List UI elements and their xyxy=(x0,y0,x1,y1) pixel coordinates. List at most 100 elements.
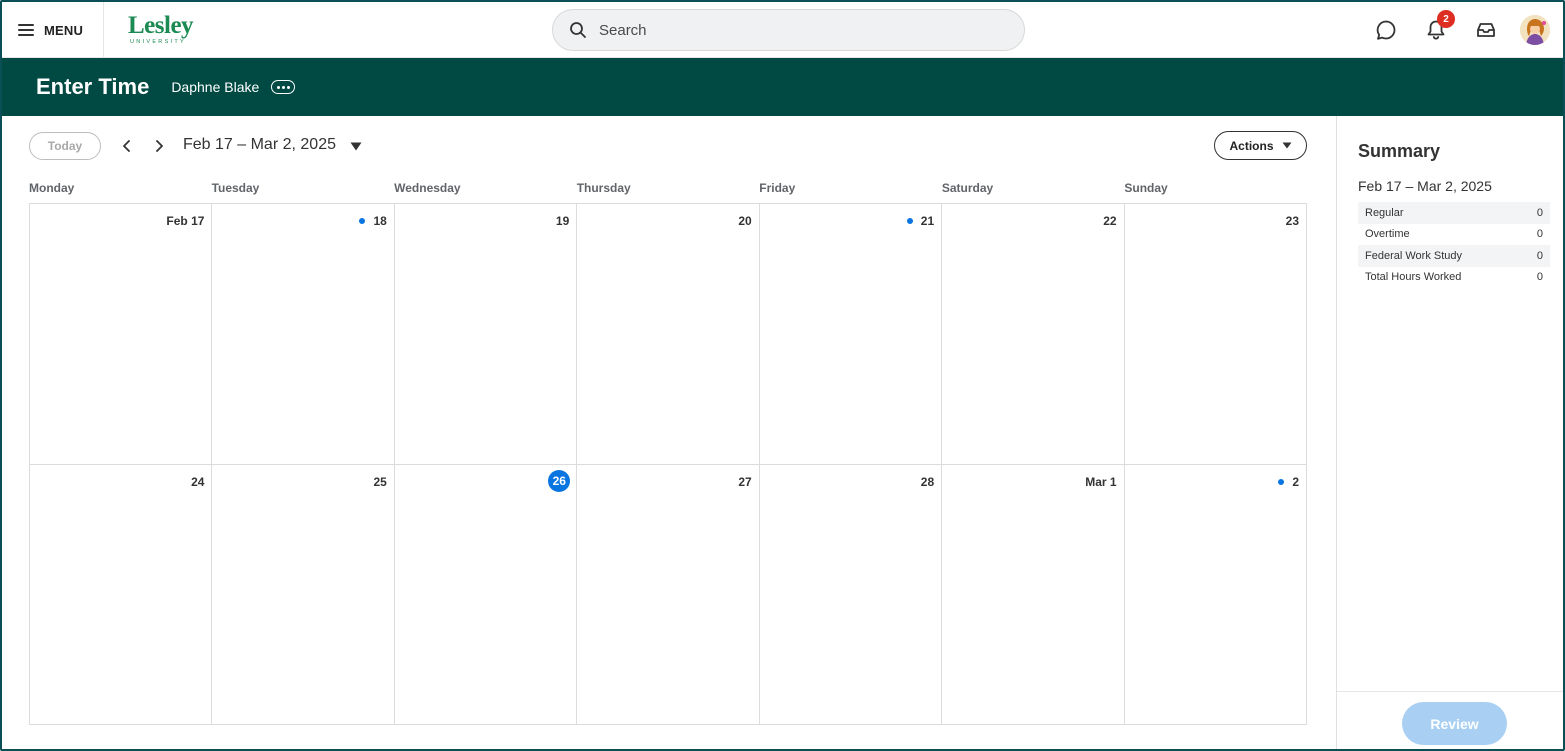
day-label: 25 xyxy=(373,474,387,489)
calendar-day-cell[interactable]: 2 xyxy=(1124,464,1307,725)
worker-name[interactable]: Daphne Blake xyxy=(171,79,259,95)
entry-indicator-dot xyxy=(1278,478,1285,485)
summary-row-value: 0 xyxy=(1536,228,1543,241)
weekday-header: Monday Tuesday Wednesday Thursday Friday… xyxy=(29,181,1307,197)
today-button[interactable]: Today xyxy=(29,132,101,160)
summary-title: Summary xyxy=(1358,141,1441,161)
summary-row: Federal Work Study 0 xyxy=(1358,245,1550,267)
day-number: Mar 1 xyxy=(1085,475,1116,489)
notifications-button[interactable]: 2 xyxy=(1422,10,1455,44)
summary-row-value: 0 xyxy=(1536,249,1543,262)
notification-badge: 2 xyxy=(1437,10,1455,28)
entry-indicator-dot xyxy=(906,218,913,224)
caret-down-icon xyxy=(1282,142,1291,149)
avatar[interactable] xyxy=(1520,15,1550,45)
page-header: Enter Time Daphne Blake xyxy=(2,58,1563,116)
day-number: 18 xyxy=(359,214,387,228)
search-icon xyxy=(570,22,586,38)
date-range-dropdown[interactable] xyxy=(348,138,364,154)
previous-period-button[interactable] xyxy=(117,136,137,156)
day-number: 28 xyxy=(921,475,934,489)
entry-indicator-dot xyxy=(359,218,366,224)
avatar-icon xyxy=(1520,15,1550,45)
day-number: 24 xyxy=(191,475,204,489)
page-title: Enter Time xyxy=(36,74,150,99)
review-button[interactable]: Review xyxy=(1402,702,1507,745)
summary-row-value: 0 xyxy=(1536,271,1543,284)
calendar-day-cell[interactable]: 23 xyxy=(1124,204,1307,465)
weekday-label: Thursday xyxy=(576,181,631,195)
day-label: 22 xyxy=(1103,214,1117,228)
more-icon xyxy=(276,85,280,89)
app-window: MENU Lesley UNIVERSITY Search 2 Enter Ti… xyxy=(0,0,1565,751)
weekday-label: Sunday xyxy=(1124,181,1168,195)
calendar-day-cell[interactable]: 27 xyxy=(577,464,760,725)
summary-row-label: Overtime xyxy=(1365,228,1410,241)
day-label: 19 xyxy=(555,214,570,228)
day-label: 18 xyxy=(373,214,387,228)
day-label: 28 xyxy=(920,474,935,489)
top-bar: MENU Lesley UNIVERSITY Search 2 xyxy=(2,2,1563,58)
chat-button[interactable] xyxy=(1372,16,1400,44)
day-number: 26 xyxy=(548,469,571,492)
day-number: 21 xyxy=(906,214,935,228)
calendar-day-cell[interactable]: Mar 1 xyxy=(942,464,1125,725)
day-number: 23 xyxy=(1286,214,1299,228)
summary-footer-divider xyxy=(1337,691,1563,692)
inbox-button[interactable] xyxy=(1472,16,1500,44)
inbox-icon xyxy=(1477,23,1495,37)
weekday-label: Saturday xyxy=(941,181,994,195)
summary-row-label: Federal Work Study xyxy=(1365,249,1463,262)
day-number: 2 xyxy=(1278,475,1299,489)
calendar-day-cell[interactable]: Feb 17 xyxy=(30,204,213,465)
day-label: 2 xyxy=(1292,474,1299,489)
summary-panel: Summary Feb 17 – Mar 2, 2025 Regular 0 O… xyxy=(1336,116,1563,749)
calendar-day-cell[interactable]: 28 xyxy=(759,464,943,725)
day-number: 22 xyxy=(1103,214,1116,228)
search-placeholder: Search xyxy=(599,21,647,39)
logo-word: Lesley xyxy=(128,12,194,39)
day-number: 25 xyxy=(373,475,386,489)
calendar-day-cell[interactable]: 19 xyxy=(394,204,578,465)
menu-button[interactable]: MENU xyxy=(2,2,104,58)
day-label: 24 xyxy=(191,474,205,489)
day-label: 23 xyxy=(1285,214,1299,228)
day-label: 21 xyxy=(920,214,935,228)
search-input[interactable]: Search xyxy=(552,9,1025,51)
chat-icon xyxy=(1376,20,1396,40)
weekday-label: Tuesday xyxy=(211,181,260,195)
day-label: Mar 1 xyxy=(1085,474,1117,489)
summary-table: Regular 0 Overtime 0 Federal Work Study … xyxy=(1358,202,1550,288)
calendar-day-cell[interactable]: 20 xyxy=(577,204,760,465)
day-number: Feb 17 xyxy=(166,214,204,228)
today-date-label: 26 xyxy=(548,469,571,492)
chevron-right-icon xyxy=(156,140,163,152)
calendar-day-cell[interactable]: 26 xyxy=(394,464,578,725)
calendar-day-cell[interactable]: 21 xyxy=(759,204,943,465)
calendar-area: Today Feb 17 – Mar 2, 2025 Actions Monda… xyxy=(2,116,1336,749)
menu-label: MENU xyxy=(44,22,84,38)
calendar-day-cell[interactable]: 22 xyxy=(942,204,1125,465)
date-range-label: Feb 17 – Mar 2, 2025 xyxy=(183,136,336,153)
actions-label: Actions xyxy=(1229,138,1274,153)
calendar-day-cell[interactable]: 18 xyxy=(212,204,395,465)
logo-subtitle: UNIVERSITY xyxy=(130,39,187,45)
summary-row-label: Regular xyxy=(1365,206,1404,219)
caret-down-icon xyxy=(350,142,362,150)
next-period-button[interactable] xyxy=(149,136,169,156)
actions-button[interactable]: Actions xyxy=(1214,131,1307,160)
lesley-logo[interactable]: Lesley UNIVERSITY xyxy=(128,12,208,50)
summary-row: Total Hours Worked 0 xyxy=(1358,267,1550,289)
day-label: Feb 17 xyxy=(166,214,205,228)
calendar-grid: Feb 17 18 19 20 21 22 23 24 25 26 27 28 Mar 1 2 xyxy=(29,203,1307,725)
summary-row-label: Total Hours Worked xyxy=(1365,271,1462,284)
day-number: 20 xyxy=(738,214,751,228)
calendar-day-cell[interactable]: 24 xyxy=(30,464,213,725)
calendar-day-cell[interactable]: 25 xyxy=(212,464,395,725)
day-label: 20 xyxy=(738,214,752,228)
weekday-label: Monday xyxy=(29,181,75,195)
summary-row: Overtime 0 xyxy=(1358,224,1550,246)
day-number: 19 xyxy=(556,214,569,228)
summary-row: Regular 0 xyxy=(1358,202,1550,224)
related-actions-button[interactable] xyxy=(271,80,296,94)
